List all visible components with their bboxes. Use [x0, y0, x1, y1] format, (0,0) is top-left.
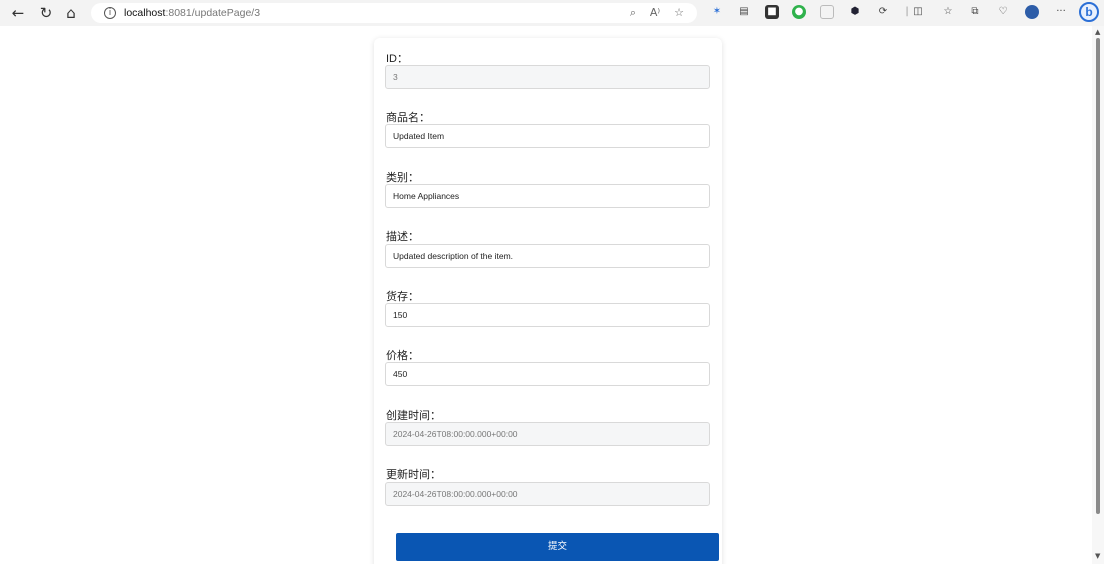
address-url[interactable]: localhost:8081/updatePage/3 [124, 6, 260, 20]
extensions-puzzle-icon[interactable]: ⟳ [876, 5, 890, 19]
created-at-field: 2024-04-26T08:00:00.000+00:00 [385, 422, 710, 446]
favorite-star-icon[interactable]: ☆ [671, 5, 687, 21]
health-icon[interactable]: ♡ [996, 5, 1010, 19]
id-field: 3 [385, 65, 710, 89]
updated-at-label: 更新时间： [386, 469, 441, 481]
refresh-icon[interactable]: ↻ [36, 3, 56, 23]
back-arrow-icon[interactable]: ← [8, 3, 28, 23]
price-label: 价格： [386, 350, 419, 362]
url-path: :8081/updatePage/3 [165, 7, 261, 19]
stock-value: 150 [393, 310, 408, 320]
category-value: Home Appliances [393, 191, 460, 201]
favorites-icon[interactable]: ☆ [941, 5, 955, 19]
name-label: 商品名： [386, 112, 430, 124]
updated-at-value: 2024-04-26T08:00:00.000+00:00 [393, 489, 518, 499]
price-input[interactable]: 450 [385, 362, 710, 386]
extension-icon[interactable]: ⬢ [848, 5, 862, 19]
site-info-icon[interactable]: i [104, 7, 116, 19]
id-label: ID： [386, 53, 408, 65]
copilot-icon[interactable]: b [1079, 2, 1099, 22]
price-value: 450 [393, 369, 408, 379]
extension-icon[interactable]: ■ [765, 5, 779, 19]
read-aloud-icon[interactable]: A⁾ [647, 5, 663, 21]
description-value: Updated description of the item. [393, 251, 514, 261]
stock-label: 货存： [386, 291, 419, 303]
more-menu-icon[interactable]: ··· [1054, 5, 1068, 19]
page-viewport: ID： 3 商品名： Updated Item 类别： Home Applian… [0, 26, 1104, 564]
description-label: 描述： [386, 231, 419, 243]
extension-icon[interactable]: ✶ [710, 5, 724, 19]
split-screen-icon[interactable]: ◫ [911, 5, 925, 19]
address-bar[interactable]: i localhost:8081/updatePage/3 ⌕ A⁾ ☆ [91, 3, 697, 23]
vertical-scrollbar[interactable]: ▲ ▼ [1092, 26, 1104, 564]
url-host: localhost [124, 7, 166, 19]
lens-icon[interactable]: ⌕ [625, 5, 641, 21]
category-label: 类别： [386, 172, 419, 184]
profile-avatar-icon[interactable] [1025, 5, 1039, 19]
scroll-down-arrow-icon[interactable]: ▼ [1095, 552, 1100, 560]
name-input[interactable]: Updated Item [385, 124, 710, 148]
home-icon[interactable]: ⌂ [61, 3, 81, 23]
extension-icon[interactable] [820, 5, 834, 19]
stock-input[interactable]: 150 [385, 303, 710, 327]
update-form-card: ID： 3 商品名： Updated Item 类别： Home Applian… [374, 38, 722, 564]
created-at-label: 创建时间： [386, 410, 441, 422]
extension-icon[interactable]: ● [792, 5, 806, 19]
scrollbar-thumb[interactable] [1096, 38, 1100, 514]
name-value: Updated Item [393, 131, 445, 141]
category-input[interactable]: Home Appliances [385, 184, 710, 208]
browser-toolbar: ← ↻ ⌂ i localhost:8081/updatePage/3 ⌕ A⁾… [0, 0, 1104, 26]
created-at-value: 2024-04-26T08:00:00.000+00:00 [393, 429, 518, 439]
submit-button[interactable]: 提交 [396, 533, 719, 561]
scroll-up-arrow-icon[interactable]: ▲ [1095, 28, 1100, 36]
updated-at-field: 2024-04-26T08:00:00.000+00:00 [385, 482, 710, 506]
description-input[interactable]: Updated description of the item. [385, 244, 710, 268]
id-value: 3 [393, 72, 398, 82]
collections-icon[interactable]: ▤ [737, 5, 751, 19]
tab-actions-icon[interactable]: ⧉ [968, 5, 982, 19]
